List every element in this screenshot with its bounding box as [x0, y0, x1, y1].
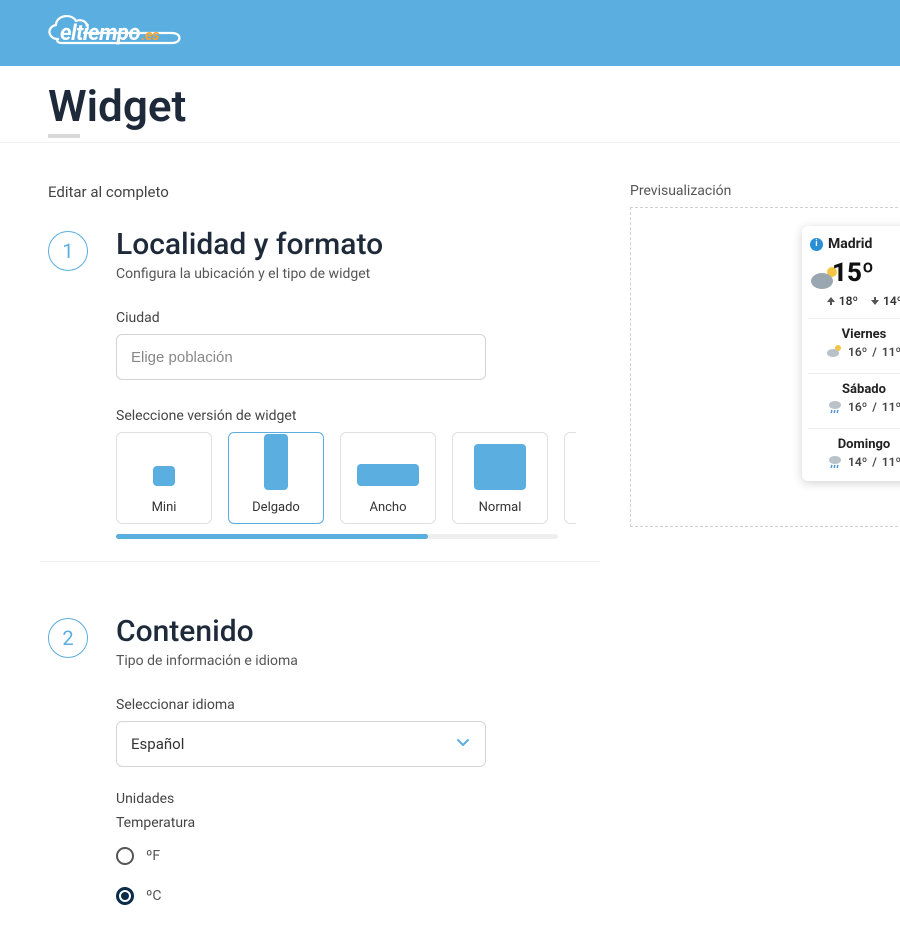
day-lo: 11º	[882, 455, 900, 469]
step-1-number: 1	[48, 231, 88, 271]
version-scrollbar-thumb[interactable]	[116, 534, 428, 539]
shape-normal-icon	[474, 444, 526, 490]
brand-name: eltiempo	[60, 21, 140, 46]
language-label: Seleccionar idioma	[116, 697, 600, 713]
widget-city-row: i Madrid	[810, 236, 900, 252]
day-lo: 11º	[882, 345, 900, 359]
weather-now-icon	[810, 265, 826, 281]
day-name: Viernes	[810, 327, 900, 342]
widget-minmax: 18º 14º	[810, 294, 900, 308]
brand-suffix: .es	[141, 26, 159, 44]
rain-icon	[827, 454, 843, 470]
version-mini-label: Mini	[152, 500, 177, 515]
language-select[interactable]: Español	[116, 721, 486, 767]
city-label: Ciudad	[116, 310, 600, 326]
rain-icon	[827, 399, 843, 415]
unit-c-label: ºC	[146, 888, 161, 904]
forecast-day: Viernes 16º / 11º	[810, 319, 900, 363]
forecast-day: Domingo 14º / 11º	[810, 429, 900, 473]
shape-mini-icon	[153, 466, 175, 486]
info-icon: i	[810, 238, 823, 251]
language-value: Español	[131, 735, 184, 753]
city-input[interactable]	[116, 334, 486, 380]
version-option-mini[interactable]: Mini	[116, 432, 212, 524]
unit-celsius-option[interactable]: ºC	[116, 887, 600, 905]
day-name: Domingo	[810, 437, 900, 452]
arrow-up-icon	[826, 296, 836, 306]
page-title: Widget	[48, 80, 852, 132]
day-lo: 11º	[882, 400, 900, 414]
section-divider	[40, 561, 600, 562]
widget-now-temp: 15º	[832, 258, 874, 288]
widget-min: 14º	[883, 294, 900, 308]
step-2-title: Contenido	[116, 614, 600, 649]
version-delgado-label: Delgado	[252, 500, 300, 515]
widget-city: Madrid	[828, 236, 872, 252]
unit-fahrenheit-option[interactable]: ºF	[116, 847, 600, 865]
temperature-label: Temperatura	[116, 815, 600, 831]
version-normal-label: Normal	[479, 500, 522, 515]
shape-ancho-icon	[357, 464, 419, 486]
day-hi: 16º	[848, 345, 867, 359]
step-1-title: Localidad y formato	[116, 227, 600, 262]
preview-label: Previsualización	[630, 183, 900, 199]
preview-area: i Madrid 15º 18º 14º Viernes	[630, 207, 900, 527]
version-option-overflow[interactable]	[564, 432, 576, 524]
weather-widget-preview: i Madrid 15º 18º 14º Viernes	[802, 226, 900, 481]
forecast-day: Sábado 16º / 11º	[810, 374, 900, 418]
unit-f-label: ºF	[146, 848, 160, 864]
sun-cloud-icon	[827, 344, 843, 360]
units-label: Unidades	[116, 791, 600, 807]
version-options: Mini Delgado Ancho Normal	[116, 432, 600, 524]
shape-delgado-icon	[264, 434, 288, 490]
version-scrollbar[interactable]	[116, 534, 558, 539]
version-label: Seleccione versión de widget	[116, 408, 600, 424]
widget-now: 15º	[810, 258, 900, 288]
day-name: Sábado	[810, 382, 900, 397]
step-1: 1 Localidad y formato Configura la ubica…	[48, 227, 600, 584]
edit-complete-label: Editar al completo	[48, 183, 600, 201]
day-hi: 16º	[848, 400, 867, 414]
step-2-subtitle: Tipo de información e idioma	[116, 653, 600, 669]
version-option-ancho[interactable]: Ancho	[340, 432, 436, 524]
day-hi: 14º	[848, 455, 867, 469]
top-nav: eltiempo.es	[0, 0, 900, 66]
version-option-delgado[interactable]: Delgado	[228, 432, 324, 524]
widget-max: 18º	[839, 294, 858, 308]
chevron-down-icon	[455, 734, 471, 754]
brand-logo[interactable]: eltiempo.es	[48, 13, 183, 53]
step-1-subtitle: Configura la ubicación y el tipo de widg…	[116, 266, 600, 282]
arrow-down-icon	[870, 296, 880, 306]
radio-checked-icon	[116, 887, 134, 905]
title-underline	[48, 134, 80, 138]
radio-icon	[116, 847, 134, 865]
step-2: 2 Contenido Tipo de información e idioma…	[48, 614, 600, 905]
step-2-number: 2	[48, 618, 88, 658]
version-ancho-label: Ancho	[369, 500, 406, 515]
version-option-normal[interactable]: Normal	[452, 432, 548, 524]
